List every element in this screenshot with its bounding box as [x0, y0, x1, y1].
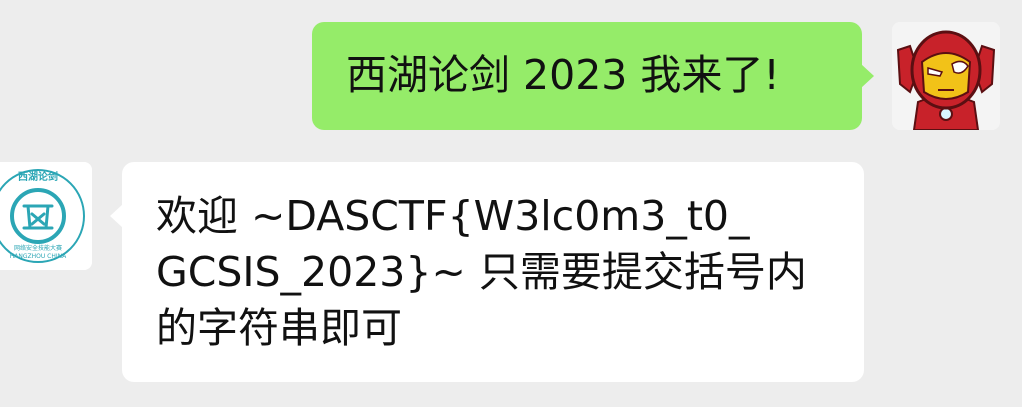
message-text-line-3: 的字符串即可 [156, 304, 402, 352]
logo-bottom-en-text: HANGZHOU CHINA [10, 253, 67, 260]
logo-bottom-cn-text: 网络安全技能大赛 [14, 244, 62, 252]
sent-message-bubble[interactable]: 西湖论剑 2023 我来了! [312, 22, 874, 130]
logo-top-text: 西湖论剑 [18, 170, 58, 183]
message-text-line-2: GCSIS_2023}~ 只需要提交括号内 [156, 248, 807, 296]
received-message-bubble[interactable]: 欢迎 ~DASCTF{W3lc0m3_t0_ GCSIS_2023}~ 只需要提… [110, 162, 864, 382]
contact-avatar[interactable]: 西湖论剑 HANGZHOU CHINA 网络安全技能大赛 [0, 162, 92, 270]
iron-man-avatar-icon [892, 22, 1000, 130]
westlake-sword-logo-icon: 西湖论剑 HANGZHOU CHINA 网络安全技能大赛 [0, 162, 92, 270]
message-text-line-1: 欢迎 ~DASCTF{W3lc0m3_t0_ [156, 192, 750, 240]
self-avatar[interactable] [892, 22, 1000, 130]
message-text: 西湖论剑 2023 我来了! [346, 51, 780, 99]
